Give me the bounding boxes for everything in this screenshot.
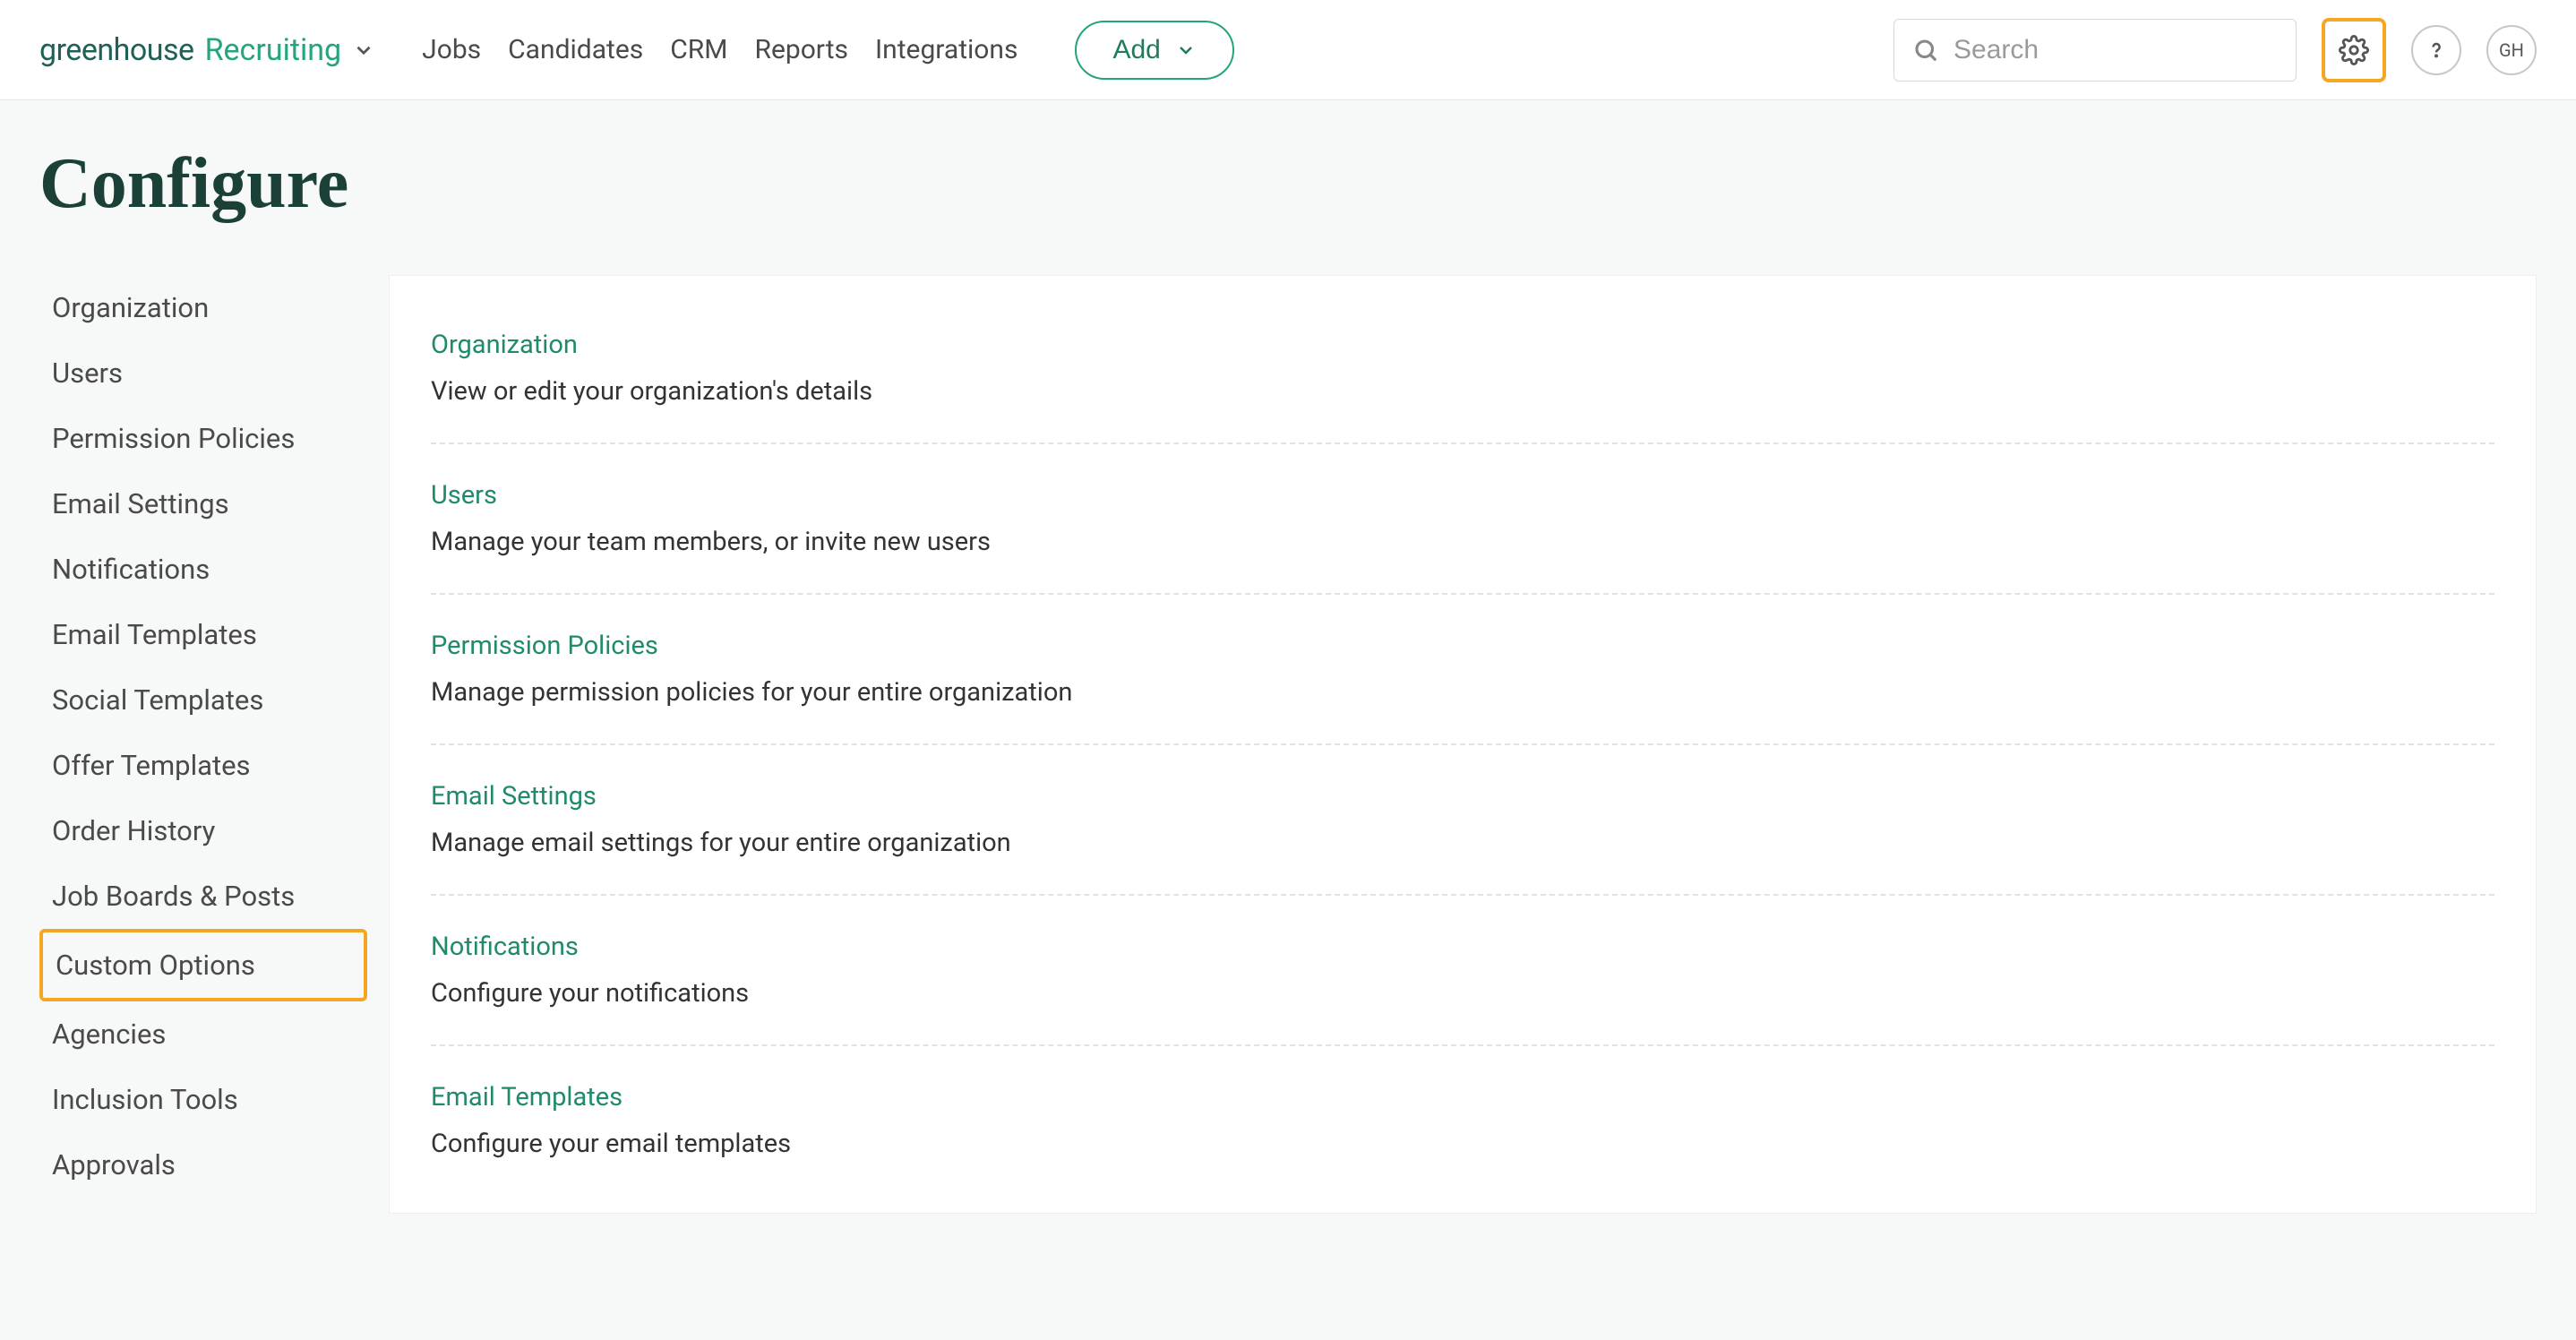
nav-candidates[interactable]: Candidates	[508, 34, 643, 65]
sidebar-item-agencies[interactable]: Agencies	[39, 1001, 367, 1067]
search-icon	[1912, 37, 1939, 64]
section-title-link[interactable]: Notifications	[431, 932, 2494, 962]
sidebar-item-organization[interactable]: Organization	[39, 275, 367, 340]
sidebar-item-label: Agencies	[52, 1018, 166, 1051]
sidebar-item-label: Job Boards & Posts	[52, 880, 295, 913]
sidebar-item-label: Email Settings	[52, 487, 229, 520]
sidebar-item-offer-templates[interactable]: Offer Templates	[39, 733, 367, 798]
avatar-initials: GH	[2499, 39, 2524, 61]
settings-button[interactable]	[2322, 18, 2386, 82]
layout: Organization Users Permission Policies Emai…	[0, 275, 2576, 1214]
section-permission-policies: Permission Policies Manage permission pol…	[431, 595, 2494, 745]
sidebar: Organization Users Permission Policies Emai…	[39, 275, 389, 1214]
sidebar-item-label: Offer Templates	[52, 749, 251, 782]
nav-crm[interactable]: CRM	[670, 34, 727, 65]
sidebar-item-permission-policies[interactable]: Permission Policies	[39, 406, 367, 471]
logo[interactable]: greenhouse Recruiting	[39, 32, 375, 68]
sidebar-item-label: Order History	[52, 814, 215, 847]
nav-reports[interactable]: Reports	[754, 34, 848, 65]
section-title-link[interactable]: Organization	[431, 330, 2494, 360]
section-desc: Manage email settings for your entire or…	[431, 828, 2494, 858]
section-title-link[interactable]: Permission Policies	[431, 631, 2494, 661]
sidebar-item-social-templates[interactable]: Social Templates	[39, 667, 367, 733]
section-title-link[interactable]: Users	[431, 480, 2494, 511]
search-input[interactable]	[1953, 35, 2299, 65]
chevron-down-icon	[352, 39, 375, 62]
section-email-settings: Email Settings Manage email settings for …	[431, 745, 2494, 896]
top-nav: Jobs Candidates CRM Reports Integrations	[422, 34, 1018, 65]
section-desc: Configure your notifications	[431, 978, 2494, 1009]
sidebar-item-job-boards-posts[interactable]: Job Boards & Posts	[39, 863, 367, 929]
add-button-label: Add	[1112, 35, 1160, 65]
sidebar-item-approvals[interactable]: Approvals	[39, 1132, 367, 1198]
sidebar-item-label: Inclusion Tools	[52, 1083, 238, 1116]
section-email-templates: Email Templates Configure your email temp…	[431, 1046, 2494, 1195]
chevron-down-icon	[1175, 39, 1197, 61]
sidebar-item-label: Approvals	[52, 1148, 176, 1181]
section-organization: Organization View or edit your organizati…	[431, 294, 2494, 444]
sidebar-item-email-templates[interactable]: Email Templates	[39, 602, 367, 667]
logo-secondary: Recruiting	[205, 32, 342, 68]
section-title-link[interactable]: Email Settings	[431, 781, 2494, 812]
sidebar-item-label: Custom Options	[56, 949, 255, 982]
section-title-link[interactable]: Email Templates	[431, 1082, 2494, 1112]
sidebar-item-label: Notifications	[52, 553, 210, 586]
sidebar-item-inclusion-tools[interactable]: Inclusion Tools	[39, 1067, 367, 1132]
sidebar-item-order-history[interactable]: Order History	[39, 798, 367, 863]
nav-integrations[interactable]: Integrations	[875, 34, 1018, 65]
sidebar-item-label: Social Templates	[52, 683, 263, 717]
section-notifications: Notifications Configure your notification…	[431, 896, 2494, 1046]
sidebar-item-email-settings[interactable]: Email Settings	[39, 471, 367, 537]
section-desc: Manage permission policies for your enti…	[431, 677, 2494, 708]
page-title: Configure	[0, 100, 2576, 275]
sidebar-item-label: Permission Policies	[52, 422, 295, 455]
nav-jobs[interactable]: Jobs	[422, 34, 481, 65]
top-bar: greenhouse Recruiting Jobs Candidates CR…	[0, 0, 2576, 100]
sidebar-item-label: Organization	[52, 291, 209, 324]
logo-primary: greenhouse	[39, 32, 194, 68]
section-users: Users Manage your team members, or invite…	[431, 444, 2494, 595]
question-icon	[2424, 38, 2449, 63]
sidebar-item-label: Users	[52, 356, 123, 390]
gear-icon	[2339, 35, 2369, 65]
section-desc: View or edit your organization's details	[431, 376, 2494, 407]
section-desc: Configure your email templates	[431, 1129, 2494, 1159]
sidebar-item-custom-options[interactable]: Custom Options	[39, 929, 367, 1001]
user-avatar[interactable]: GH	[2486, 25, 2537, 75]
sidebar-item-users[interactable]: Users	[39, 340, 367, 406]
search-box[interactable]	[1893, 19, 2297, 82]
sidebar-item-notifications[interactable]: Notifications	[39, 537, 367, 602]
content: Organization View or edit your organizati…	[389, 275, 2537, 1214]
sidebar-item-label: Email Templates	[52, 618, 257, 651]
add-button[interactable]: Add	[1075, 21, 1233, 80]
section-desc: Manage your team members, or invite new …	[431, 527, 2494, 557]
help-button[interactable]	[2411, 25, 2461, 75]
